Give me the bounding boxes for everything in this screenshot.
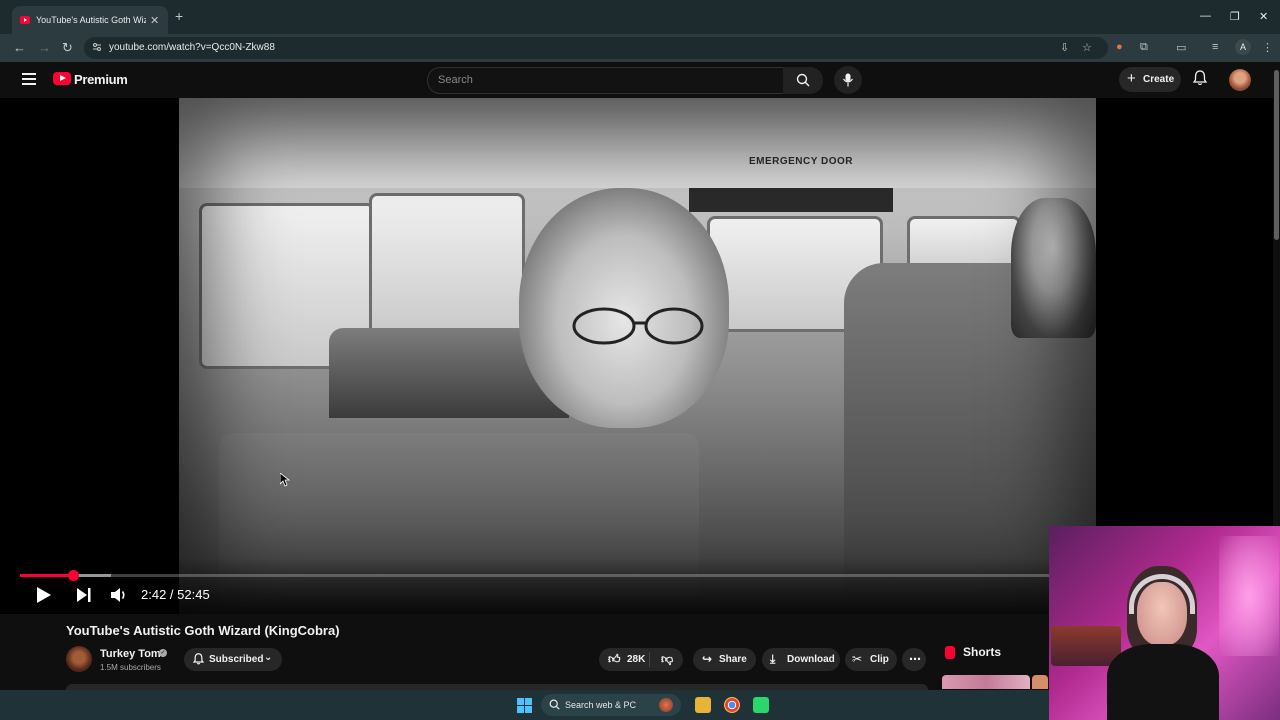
extension-icon[interactable]: ● (1116, 41, 1123, 53)
notifications-bell-icon[interactable] (1193, 70, 1207, 86)
bookmark-star-icon[interactable]: ☆ (1082, 41, 1092, 54)
install-app-icon[interactable]: ⇩ (1060, 41, 1069, 54)
progress-scrubber[interactable] (67, 570, 79, 581)
app-icon[interactable] (753, 697, 769, 713)
video-frame[interactable]: EMERGENCY DOOR (179, 98, 1096, 614)
back-icon[interactable]: ← (13, 40, 26, 55)
volume-icon[interactable] (111, 587, 128, 603)
chrome-icon[interactable] (724, 697, 740, 713)
download-button[interactable]: ⤓ Download (762, 648, 840, 671)
channel-avatar[interactable] (66, 646, 92, 672)
clip-button[interactable]: ✂ Clip (845, 648, 897, 671)
scissors-icon: ✂ (852, 652, 863, 666)
search-icon (796, 73, 810, 87)
forward-icon[interactable]: → (38, 40, 51, 55)
browser-profile-avatar[interactable]: A (1235, 39, 1251, 55)
download-label: Download (787, 654, 835, 665)
search-button[interactable] (783, 67, 823, 94)
media-control-icon[interactable]: ≡ (1212, 41, 1218, 53)
cast-icon[interactable]: ▭ (1176, 41, 1186, 54)
browser-tab-youtube[interactable]: YouTube's Autistic Goth Wizard ✕ (12, 6, 168, 34)
search-icon (549, 699, 560, 710)
youtube-logo-icon[interactable] (53, 72, 71, 85)
bell-icon (193, 653, 204, 665)
search-placeholder: Search (438, 74, 473, 86)
search-input[interactable]: Search (427, 67, 785, 94)
search-highlight-icon (659, 698, 673, 712)
create-label: Create (1143, 74, 1175, 85)
restore-icon[interactable]: ❐ (1230, 10, 1240, 23)
tab-close-icon[interactable]: ✕ (150, 14, 159, 27)
menu-icon[interactable] (22, 73, 36, 88)
minimize-icon[interactable]: — (1200, 10, 1211, 22)
site-settings-icon[interactable] (92, 42, 102, 52)
shorts-icon (945, 646, 955, 659)
play-icon[interactable] (36, 586, 52, 604)
microphone-icon (843, 73, 853, 87)
webcam-person-body (1107, 644, 1219, 720)
like-count[interactable]: 28K (627, 654, 645, 665)
progress-bar[interactable] (20, 570, 1050, 581)
youtube-masthead: Premium Search + Create (0, 62, 1280, 98)
share-arrow-icon: ↪ (702, 652, 713, 666)
chevron-down-icon: ⌄ (264, 652, 273, 663)
window-close-icon[interactable]: ✕ (1259, 10, 1268, 23)
youtube-favicon-icon (20, 16, 30, 24)
progress-played (20, 574, 73, 577)
tab-title: YouTube's Autistic Goth Wizard (36, 15, 146, 25)
video-vignette (179, 98, 1096, 614)
subscribed-button[interactable]: Subscribed ⌄ (184, 648, 282, 671)
scrollbar-thumb[interactable] (1274, 70, 1279, 240)
share-label: Share (719, 654, 747, 665)
shorts-thumbnail[interactable] (942, 675, 1030, 689)
like-dislike-group: 👍︎ 28K 👎︎ (599, 648, 683, 671)
verified-check-icon: ✓ (159, 649, 167, 657)
subscriber-count: 1.5M subscribers (100, 663, 161, 672)
time-display: 2:42 / 52:45 (141, 587, 210, 602)
voice-search-button[interactable] (834, 66, 862, 94)
dislike-thumb-down-icon[interactable]: 👎︎ (661, 652, 673, 667)
account-avatar[interactable] (1229, 69, 1251, 91)
windows-taskbar: Search web & PC (0, 690, 1049, 720)
more-horizontal-icon: ⋯ (909, 652, 921, 666)
plus-icon: + (1127, 70, 1136, 87)
extensions-puzzle-icon[interactable]: ⧉ (1140, 41, 1148, 54)
address-bar[interactable]: youtube.com/watch?v=Qcc0N-Zkw88 ⇩ ☆ (84, 37, 1108, 59)
browser-toolbar: ← → ↻ youtube.com/watch?v=Qcc0N-Zkw88 ⇩ … (0, 34, 1280, 62)
download-icon: ⤓ (770, 652, 776, 666)
mouse-cursor-icon (280, 473, 290, 487)
logo-text[interactable]: Premium (74, 72, 128, 87)
create-button[interactable]: + Create (1119, 67, 1181, 92)
shorts-thumbnail[interactable] (1032, 675, 1048, 689)
shorts-heading: Shorts (963, 645, 1002, 659)
browser-menu-icon[interactable]: ⋮ (1262, 41, 1273, 54)
reload-icon[interactable]: ↻ (62, 40, 73, 56)
share-button[interactable]: ↪ Share (693, 648, 756, 671)
clip-label: Clip (870, 654, 889, 665)
webcam-shelf (1051, 626, 1121, 666)
windows-start-icon[interactable] (517, 698, 532, 713)
url-text: youtube.com/watch?v=Qcc0N-Zkw88 (109, 42, 275, 53)
webcam-light (1219, 536, 1279, 656)
next-icon[interactable] (77, 588, 91, 602)
file-explorer-icon[interactable] (695, 697, 711, 713)
new-tab-icon[interactable]: + (175, 8, 183, 24)
webcam-overlay (1049, 526, 1280, 720)
taskbar-search[interactable]: Search web & PC (541, 694, 681, 716)
browser-tab-bar: YouTube's Autistic Goth Wizard ✕ + — ❐ ✕ (0, 0, 1280, 34)
like-divider (649, 652, 650, 667)
video-title: YouTube's Autistic Goth Wizard (KingCobr… (66, 623, 340, 638)
more-actions-button[interactable]: ⋯ (902, 648, 926, 671)
subscribed-label: Subscribed (209, 654, 264, 665)
like-thumb-up-icon[interactable]: 👍︎ (608, 652, 621, 667)
taskbar-search-label: Search web & PC (565, 700, 637, 710)
channel-name[interactable]: Turkey Tom (100, 648, 161, 660)
